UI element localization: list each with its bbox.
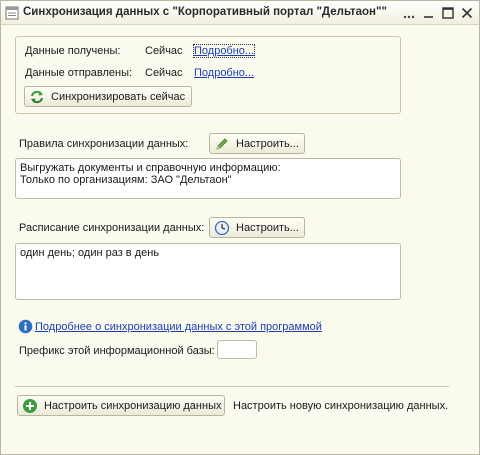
pencil-icon	[216, 137, 228, 150]
close-icon[interactable]	[459, 5, 475, 21]
rules-label: Правила синхронизации данных:	[19, 138, 189, 150]
schedule-text[interactable]: один день; один раз в день	[15, 243, 401, 300]
setup-sync-button-label: Настроить синхронизацию данных	[44, 399, 222, 412]
sync-now-button[interactable]: Синхронизировать сейчас	[24, 86, 192, 107]
prefix-label: Префикс этой информационной базы:	[19, 345, 215, 357]
received-details-link[interactable]: Подробно...	[192, 44, 256, 58]
setup-sync-description: Настроить новую синхронизацию данных.	[233, 400, 449, 412]
sync-window: Синхронизация данных с "Корпоративный по…	[0, 0, 480, 455]
received-label: Данные получены:	[25, 45, 121, 57]
about-sync-link[interactable]: Подробнее о синхронизации данных с этой …	[35, 321, 322, 333]
schedule-configure-button[interactable]: Настроить...	[209, 217, 305, 238]
sent-value: Сейчас	[145, 67, 183, 79]
rules-configure-label: Настроить...	[236, 137, 299, 150]
prefix-input[interactable]	[217, 340, 257, 359]
add-icon	[23, 398, 37, 413]
sent-label: Данные отправлены:	[25, 67, 133, 79]
title-bar[interactable]: Синхронизация данных с "Корпоративный по…	[1, 1, 479, 25]
more-actions-icon[interactable]	[401, 5, 417, 21]
sent-details-link[interactable]: Подробно...	[194, 67, 254, 79]
minimize-icon[interactable]	[421, 5, 437, 21]
sync-arrows-icon	[31, 90, 43, 103]
footer-separator	[15, 386, 449, 388]
rules-text[interactable]: Выгружать документы и справочную информа…	[15, 158, 401, 199]
window-title: Синхронизация данных с "Корпоративный по…	[23, 6, 387, 18]
form-icon	[5, 6, 19, 20]
sync-now-button-label: Синхронизировать сейчас	[51, 90, 186, 103]
rules-configure-button[interactable]: Настроить...	[209, 133, 305, 154]
setup-sync-button[interactable]: Настроить синхронизацию данных	[17, 395, 225, 416]
schedule-configure-label: Настроить...	[236, 221, 299, 234]
clock-icon	[214, 220, 230, 235]
schedule-label: Расписание синхронизации данных:	[19, 222, 205, 234]
maximize-icon[interactable]	[440, 5, 456, 21]
info-icon	[18, 319, 33, 334]
received-value: Сейчас	[145, 45, 183, 57]
